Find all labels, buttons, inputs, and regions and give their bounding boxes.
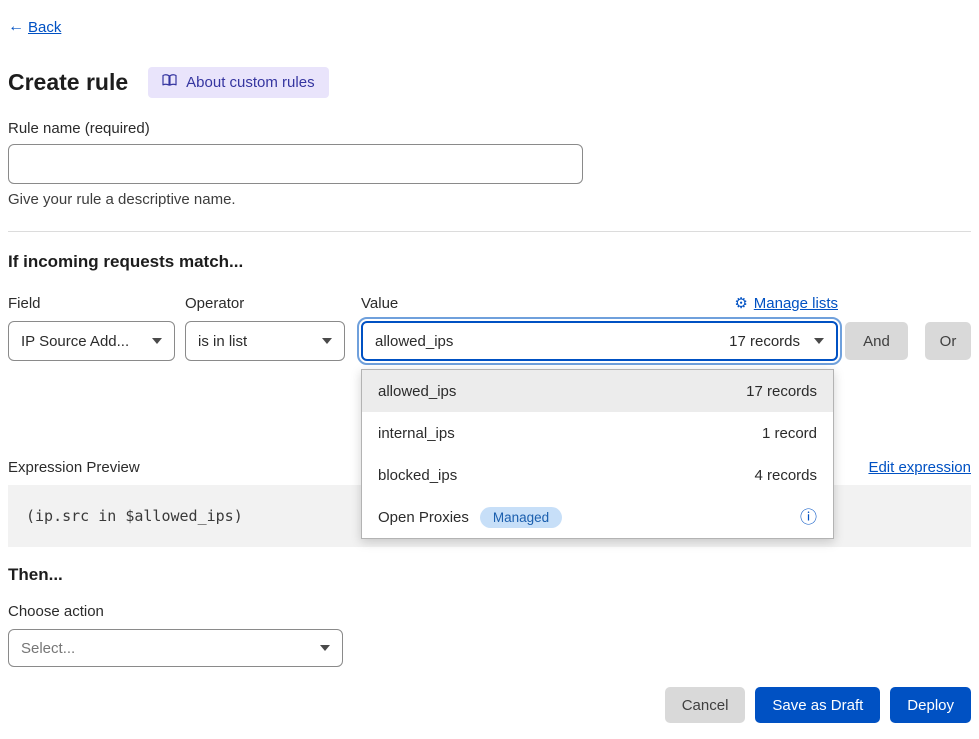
title-row: Create rule About custom rules [8,66,971,98]
manage-lists-label: Manage lists [754,295,838,312]
about-custom-rules-link[interactable]: About custom rules [148,67,328,98]
deploy-button[interactable]: Deploy [890,687,971,723]
list-option-records: 1 record [762,425,817,442]
value-select-records: 17 records [729,333,800,350]
edit-expression-link[interactable]: Edit expression [868,459,971,476]
operator-select-value: is in list [198,333,247,350]
operator-label: Operator [185,295,361,312]
managed-badge: Managed [480,507,562,528]
cancel-button[interactable]: Cancel [665,687,746,723]
info-icon[interactable]: ⓘ [800,509,817,526]
operator-select[interactable]: is in list [185,321,345,361]
chevron-down-icon [320,645,330,651]
create-rule-page: ← Back Create rule About custom rules Ru… [0,0,979,723]
list-option-name: internal_ips [378,425,455,442]
save-as-draft-button[interactable]: Save as Draft [755,687,880,723]
list-dropdown: allowed_ips 17 records internal_ips 1 re… [361,369,834,539]
list-option-name: blocked_ips [378,467,457,484]
gear-icon: ⚙ [734,296,747,311]
chevron-down-icon [322,338,332,344]
page-title: Create rule [8,69,128,96]
action-select[interactable]: Select... [8,629,343,667]
about-custom-rules-label: About custom rules [186,74,314,91]
action-select-placeholder: Select... [21,640,75,657]
choose-action-label: Choose action [8,603,971,621]
expression-preview-label: Expression Preview [8,459,140,476]
list-option-name: Open Proxies [378,509,469,526]
list-option-records: 17 records [746,383,817,400]
condition-row: IP Source Add... is in list allowed_ips … [8,321,971,361]
expression-code-text: (ip.src in $allowed_ips) [26,507,243,525]
value-label: Value [361,295,398,312]
section-divider [8,231,971,232]
field-select[interactable]: IP Source Add... [8,321,175,361]
value-select[interactable]: allowed_ips 17 records [361,321,838,361]
or-button[interactable]: Or [925,322,971,360]
book-icon [162,74,177,91]
chevron-down-icon [152,338,162,344]
field-select-value: IP Source Add... [21,333,129,350]
condition-labels-row: Field Operator Value ⚙ Manage lists [8,294,971,312]
rule-name-input[interactable] [8,144,583,184]
value-select-value: allowed_ips [375,333,453,350]
field-label: Field [8,295,185,312]
then-heading: Then... [8,565,971,585]
rule-name-helper: Give your rule a descriptive name. [8,191,971,209]
list-option-records: 4 records [754,467,817,484]
list-option-name: allowed_ips [378,383,456,400]
manage-lists-link[interactable]: ⚙ Manage lists [734,295,838,312]
back-arrow-icon: ← [8,18,24,36]
match-heading: If incoming requests match... [8,252,971,272]
chevron-down-icon [814,338,824,344]
back-label: Back [28,19,61,36]
list-option-allowed-ips[interactable]: allowed_ips 17 records [362,370,833,412]
and-button[interactable]: And [845,322,908,360]
list-option-open-proxies[interactable]: Open Proxies Managed ⓘ [362,496,833,538]
footer-actions: Cancel Save as Draft Deploy [8,687,971,723]
list-option-blocked-ips[interactable]: blocked_ips 4 records [362,454,833,496]
rule-name-label: Rule name (required) [8,120,971,138]
value-select-wrap: allowed_ips 17 records allowed_ips 17 re… [361,321,838,361]
list-option-internal-ips[interactable]: internal_ips 1 record [362,412,833,454]
back-link[interactable]: ← Back [8,16,61,38]
